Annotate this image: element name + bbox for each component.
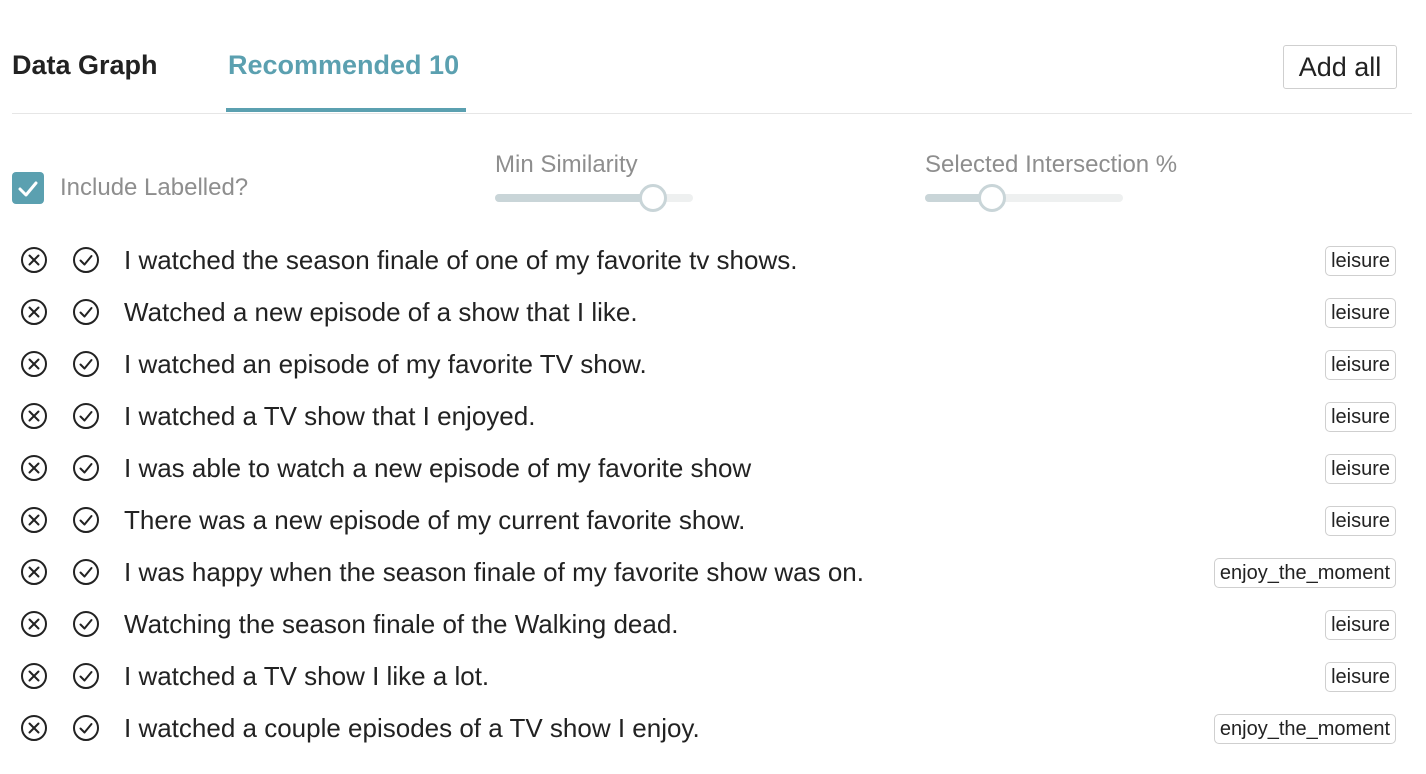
- list-item-text: I watched a TV show I like a lot.: [124, 661, 490, 691]
- selected-intersection-label: Selected Intersection %: [925, 151, 1178, 178]
- accept-circle-check-icon[interactable]: [72, 402, 100, 430]
- reject-circle-x-icon[interactable]: [20, 246, 48, 274]
- reject-circle-x-icon[interactable]: [20, 298, 48, 326]
- list-item-text: I watched a couple episodes of a TV show…: [124, 713, 700, 743]
- reject-circle-x-icon[interactable]: [20, 662, 48, 690]
- label-tag[interactable]: leisure: [1325, 610, 1396, 640]
- reject-circle-x-icon[interactable]: [20, 350, 48, 378]
- min-similarity-slider[interactable]: [495, 184, 693, 212]
- reject-circle-x-icon[interactable]: [20, 558, 48, 586]
- accept-circle-check-icon[interactable]: [72, 558, 100, 586]
- list-item: I was happy when the season finale of my…: [0, 546, 1426, 598]
- active-tab-indicator: [226, 108, 466, 112]
- list-item: I watched a couple episodes of a TV show…: [0, 702, 1426, 754]
- accept-circle-check-icon[interactable]: [72, 454, 100, 482]
- label-tag[interactable]: leisure: [1325, 246, 1396, 276]
- label-tag[interactable]: enjoy_the_moment: [1213, 714, 1396, 744]
- label-tag[interactable]: leisure: [1325, 506, 1396, 536]
- list-item: I watched the season finale of one of my…: [0, 234, 1426, 286]
- list-item: I watched an episode of my favorite TV s…: [0, 338, 1426, 390]
- selected-intersection-slider[interactable]: [925, 184, 1123, 212]
- min-similarity-label: Min Similarity: [495, 151, 638, 178]
- min-similarity-fill: [495, 194, 653, 202]
- checkmark-icon: [18, 181, 38, 197]
- list-item-text: Watching the season finale of the Walkin…: [124, 609, 679, 639]
- reject-circle-x-icon[interactable]: [20, 610, 48, 638]
- list-item-text: I watched a TV show that I enjoyed.: [124, 401, 536, 431]
- list-item-text: I watched the season finale of one of my…: [124, 245, 798, 275]
- list-item-text: There was a new episode of my current fa…: [124, 505, 746, 535]
- list-item: Watching the season finale of the Walkin…: [0, 598, 1426, 650]
- list-item-text: Watched a new episode of a show that I l…: [124, 297, 638, 327]
- accept-circle-check-icon[interactable]: [72, 610, 100, 638]
- label-tag[interactable]: leisure: [1325, 402, 1396, 432]
- list-item: I watched a TV show that I enjoyed. leisu…: [0, 390, 1426, 442]
- include-labelled-checkbox[interactable]: [12, 172, 44, 204]
- selected-intersection-thumb[interactable]: [978, 184, 1006, 212]
- reject-circle-x-icon[interactable]: [20, 454, 48, 482]
- list-item: I watched a TV show I like a lot. leisure: [0, 650, 1426, 702]
- list-item-text: I watched an episode of my favorite TV s…: [124, 349, 647, 379]
- list-item-text: I was able to watch a new episode of my …: [124, 453, 752, 483]
- accept-circle-check-icon[interactable]: [72, 714, 100, 742]
- list-item: Watched a new episode of a show that I l…: [0, 286, 1426, 338]
- label-tag[interactable]: leisure: [1325, 298, 1396, 328]
- list-item: There was a new episode of my current fa…: [0, 494, 1426, 546]
- list-item-text: I was happy when the season finale of my…: [124, 557, 864, 587]
- label-tag[interactable]: leisure: [1325, 350, 1396, 380]
- label-tag[interactable]: leisure: [1325, 454, 1396, 484]
- reject-circle-x-icon[interactable]: [20, 714, 48, 742]
- label-tag[interactable]: leisure: [1325, 662, 1396, 692]
- include-labelled-label: Include Labelled?: [60, 174, 249, 201]
- min-similarity-thumb[interactable]: [639, 184, 667, 212]
- accept-circle-check-icon[interactable]: [72, 662, 100, 690]
- accept-circle-check-icon[interactable]: [72, 246, 100, 274]
- tab-bar: Data Graph Recommended 10: [12, 0, 1412, 114]
- list-item: I was able to watch a new episode of my …: [0, 442, 1426, 494]
- reject-circle-x-icon[interactable]: [20, 402, 48, 430]
- recommendation-list: I watched the season finale of one of my…: [0, 234, 1426, 754]
- accept-circle-check-icon[interactable]: [72, 298, 100, 326]
- accept-circle-check-icon[interactable]: [72, 350, 100, 378]
- tab-recommended[interactable]: Recommended 10: [228, 50, 459, 81]
- label-tag[interactable]: enjoy_the_moment: [1213, 558, 1396, 588]
- tab-data-graph[interactable]: Data Graph: [12, 50, 158, 81]
- reject-circle-x-icon[interactable]: [20, 506, 48, 534]
- accept-circle-check-icon[interactable]: [72, 506, 100, 534]
- add-all-button[interactable]: Add all: [1283, 45, 1397, 89]
